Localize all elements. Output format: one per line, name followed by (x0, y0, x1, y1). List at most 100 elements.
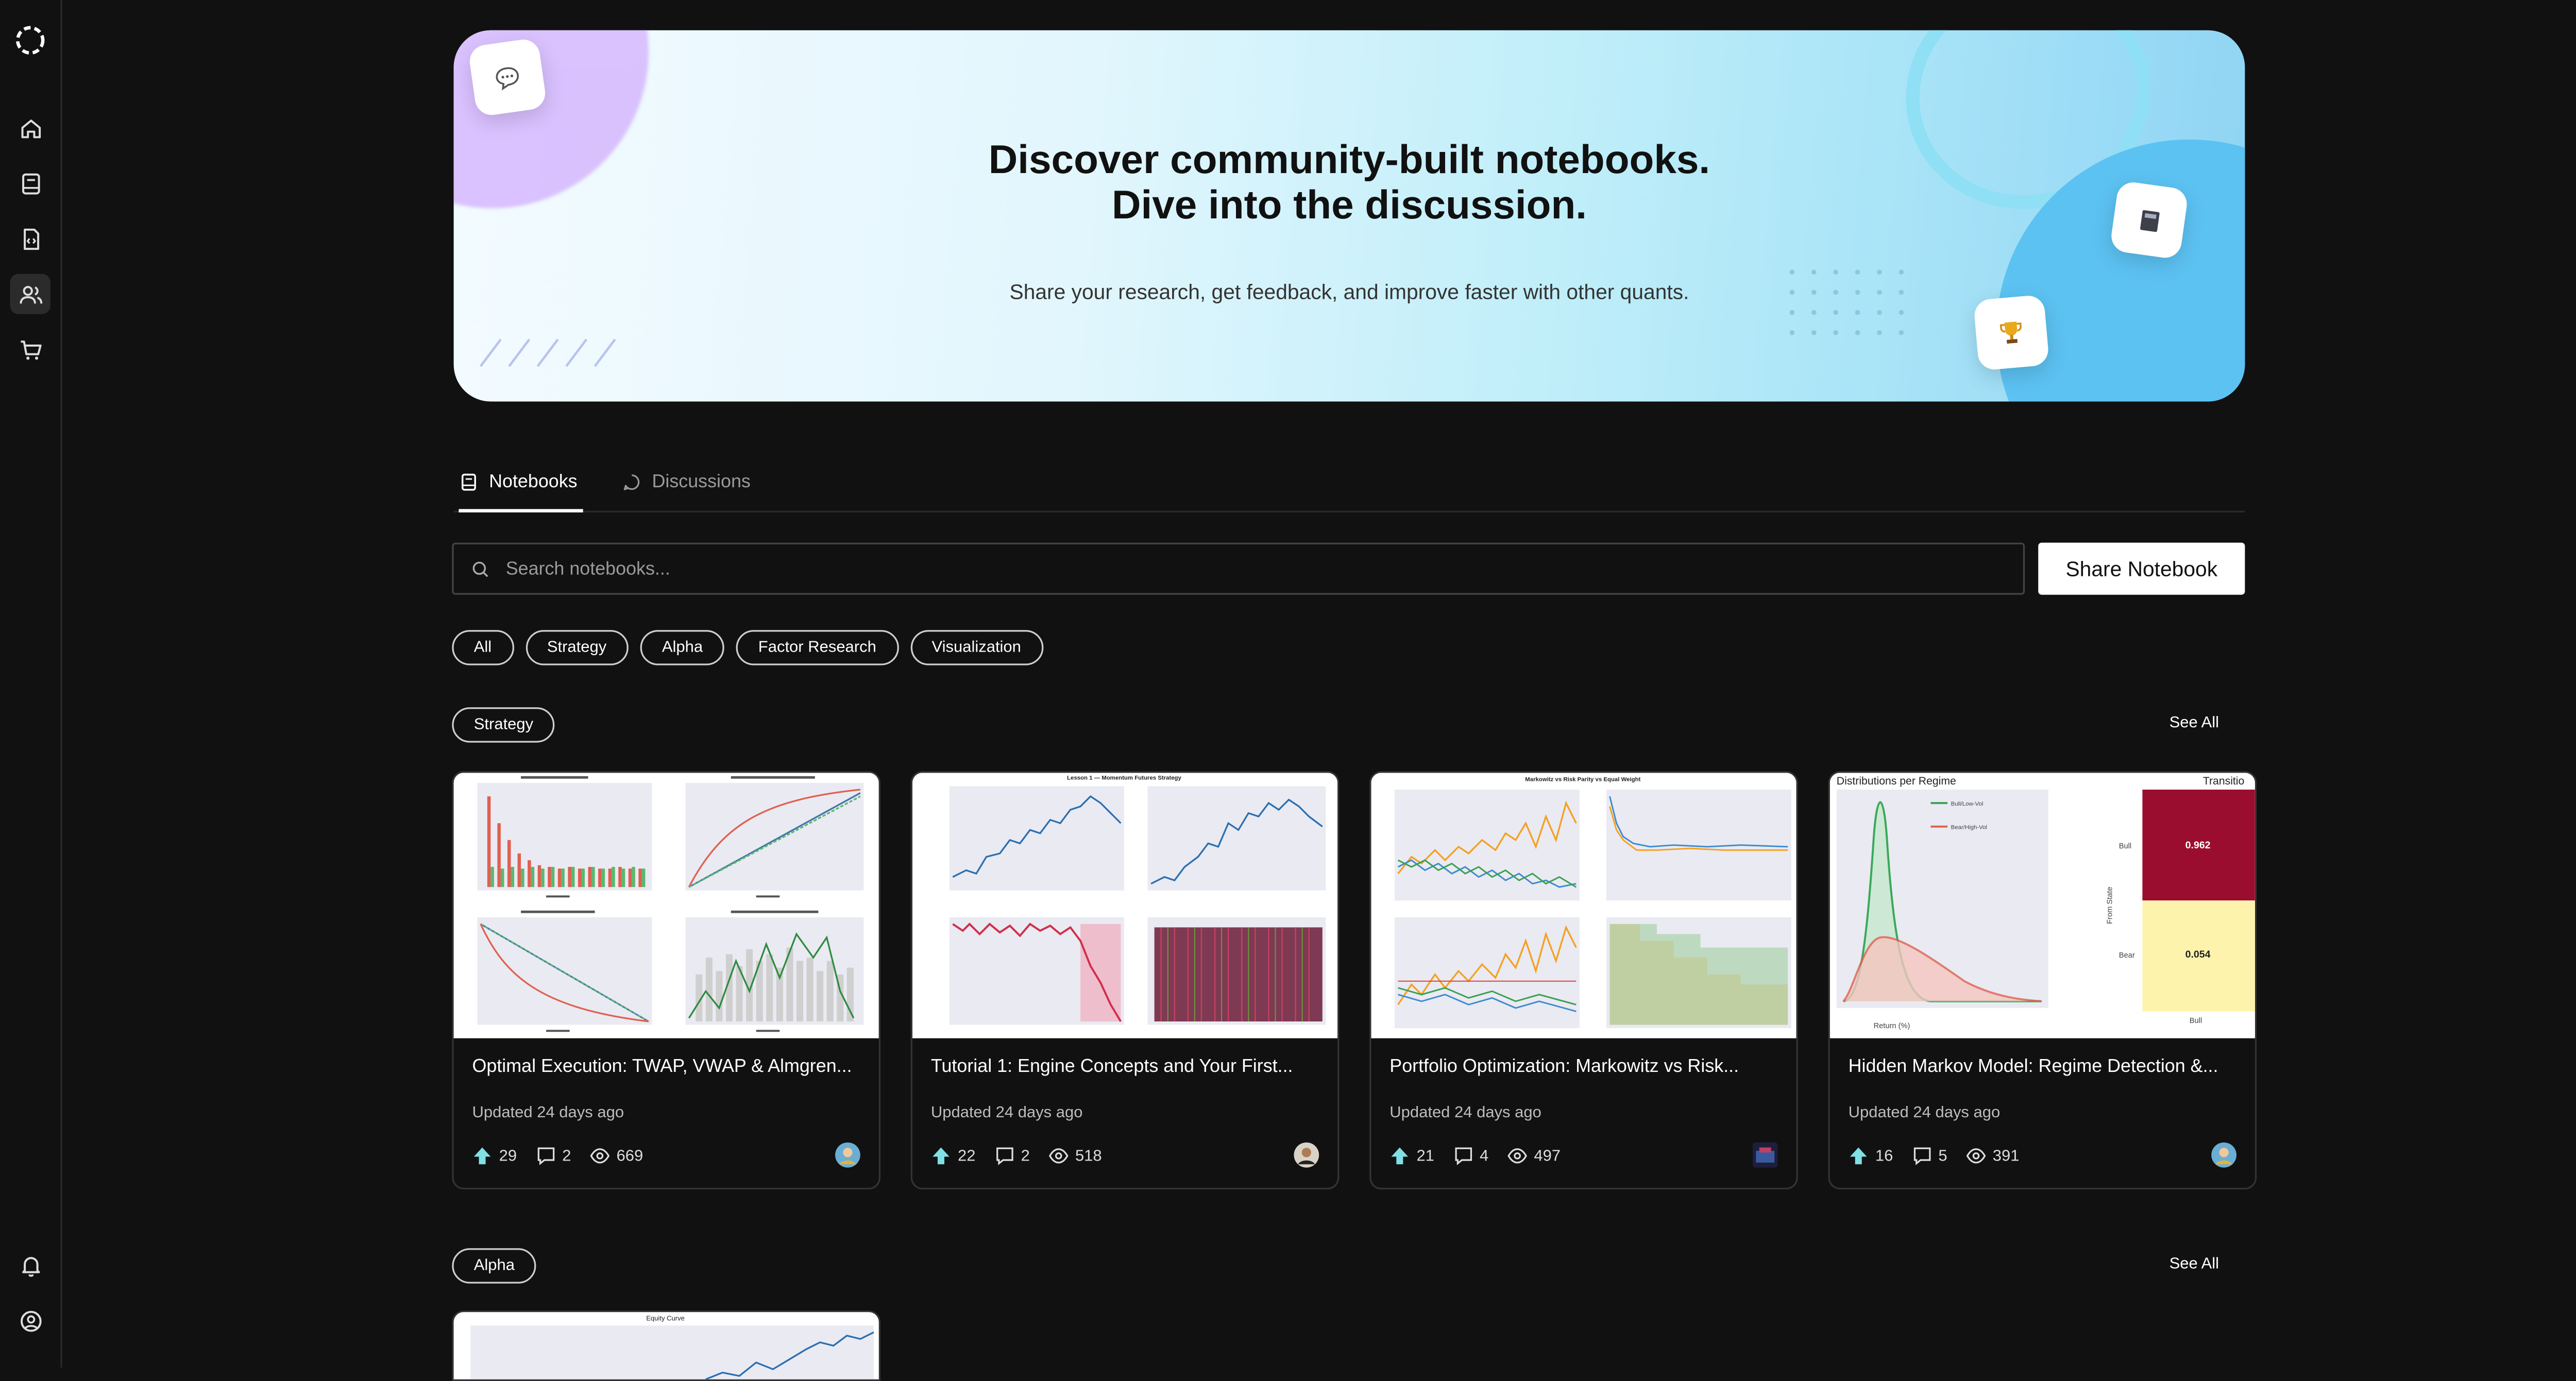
share-notebook-button[interactable]: Share Notebook (2038, 542, 2245, 595)
comment-count: 4 (1480, 1146, 1489, 1165)
hero-banner: Discover community-built notebooks. Dive… (453, 30, 2245, 402)
home-icon (20, 118, 40, 138)
account-icon (20, 1310, 41, 1331)
view-stat: 669 (589, 1146, 643, 1166)
eye-icon (1507, 1148, 1527, 1164)
notifications-button[interactable] (10, 1245, 50, 1285)
trophy-icon (1973, 294, 2050, 371)
notebook-card-stats: 29 2 669 (472, 1146, 662, 1166)
notebook-card[interactable]: Equity Curve (452, 1310, 881, 1381)
chat-icon (467, 37, 548, 117)
sidebar-item-code[interactable] (10, 218, 50, 259)
hero-decoration-slashes (479, 338, 616, 367)
tab-notebooks[interactable]: Notebooks (459, 454, 583, 513)
thumbnail-bull-label: Bull (2119, 842, 2131, 850)
view-count: 497 (1534, 1146, 1561, 1165)
thumbnail-legend-1: Bull/Low-Vol (1951, 801, 1984, 807)
hero-title-line2: Dive into the discussion. (1111, 183, 1587, 229)
upvote-count: 22 (958, 1146, 976, 1165)
upvote-icon (1850, 1147, 1867, 1165)
thumbnail-xlabel: Return (%) (1874, 1022, 1910, 1030)
filter-chip-visualization[interactable]: Visualization (910, 630, 1043, 666)
filter-chip-all[interactable]: All (452, 630, 514, 666)
filter-chip-strategy[interactable]: Strategy (525, 630, 629, 666)
tab-discussions[interactable]: Discussions (622, 454, 751, 511)
comment-icon (1913, 1147, 1930, 1165)
upvote-icon (473, 1147, 491, 1165)
sidebar-item-cart[interactable] (10, 329, 50, 369)
author-avatar[interactable] (2211, 1142, 2237, 1168)
upvote-icon (933, 1147, 950, 1165)
comment-stat[interactable]: 2 (994, 1146, 1030, 1166)
bell-icon (21, 1256, 39, 1276)
notebook-card-title[interactable]: Hidden Markov Model: Regime Detection &.… (1849, 1056, 2242, 1077)
account-button[interactable] (10, 1300, 50, 1340)
notebook-card-stats: 16 5 391 (1849, 1146, 2038, 1166)
comment-count: 2 (562, 1146, 571, 1165)
sidebar (0, 0, 62, 1368)
see-all-alpha-link[interactable]: See All (2170, 1255, 2219, 1273)
search-bar (452, 542, 2025, 595)
thumbnail-bear-label: Bear (2119, 951, 2135, 960)
notebook-card-updated: Updated 24 days ago (930, 1103, 1083, 1122)
thumbnail-ylabel: From State (2106, 886, 2114, 924)
comment-stat[interactable]: 5 (1911, 1146, 1947, 1166)
see-all-strategy-link[interactable]: See All (2170, 714, 2219, 732)
notebook-card[interactable]: Distributions per Regime Transitio Bull/… (1828, 771, 2257, 1190)
thumbnail-value-1: 0.962 (2185, 840, 2211, 851)
notebook-card-title[interactable]: Optimal Execution: TWAP, VWAP & Almgren.… (472, 1056, 865, 1077)
upvote-stat[interactable]: 22 (931, 1146, 976, 1166)
upvote-stat[interactable]: 21 (1389, 1146, 1434, 1166)
discussion-icon (623, 474, 640, 490)
thumbnail-title: Equity Curve (646, 1315, 685, 1322)
notebook-icon (21, 173, 39, 194)
sidebar-item-community[interactable] (10, 274, 50, 314)
comment-icon (537, 1147, 554, 1165)
eye-icon (1048, 1148, 1069, 1164)
notebook-card-updated: Updated 24 days ago (1389, 1103, 1541, 1122)
filter-chip-factor-research[interactable]: Factor Research (736, 630, 899, 666)
community-icon (19, 285, 42, 303)
notebook-thumbnail: Equity Curve (453, 1312, 879, 1379)
tab-notebooks-label: Notebooks (489, 471, 578, 491)
view-count: 518 (1075, 1146, 1102, 1165)
strategy-card-row: Optimal Execution: TWAP, VWAP & Almgren.… (452, 771, 2257, 1190)
author-avatar[interactable] (835, 1142, 860, 1168)
comment-stat[interactable]: 4 (1453, 1146, 1488, 1166)
hero-subtitle: Share your research, get feedback, and i… (1009, 280, 1689, 304)
search-input[interactable] (502, 557, 1988, 581)
sidebar-item-notebooks[interactable] (10, 163, 50, 203)
comment-stat[interactable]: 2 (535, 1146, 571, 1166)
notebook-card-title[interactable]: Tutorial 1: Engine Concepts and Your Fir… (931, 1056, 1324, 1077)
upvote-count: 16 (1875, 1146, 1893, 1165)
upvote-stat[interactable]: 29 (472, 1146, 517, 1166)
section-label-alpha[interactable]: Alpha (452, 1248, 537, 1284)
main-content: Discover community-built notebooks. Dive… (62, 0, 2576, 1381)
upvote-count: 21 (1416, 1146, 1434, 1165)
thumbnail-title: Lesson 1 — Momentum Futures Strategy (1067, 775, 1181, 781)
thumbnail-right-title: Transitio (2203, 775, 2244, 787)
comment-icon (1454, 1147, 1471, 1165)
author-avatar[interactable] (1294, 1142, 1319, 1168)
thumbnail-value-2: 0.054 (2185, 949, 2211, 960)
section-label-strategy[interactable]: Strategy (452, 707, 555, 743)
view-count: 391 (1992, 1146, 2020, 1165)
notebook-card[interactable]: Lesson 1 — Momentum Futures Strategy Tut… (910, 771, 1340, 1190)
thumbnail-title: Markowitz vs Risk Parity vs Equal Weight (1525, 777, 1640, 783)
hero-title: Discover community-built notebooks. Dive… (454, 138, 2245, 228)
filter-chips: All Strategy Alpha Factor Research Visua… (452, 630, 1043, 666)
notebook-card[interactable]: Markowitz vs Risk Parity vs Equal Weight (1369, 771, 1798, 1190)
notebook-thumbnail: Markowitz vs Risk Parity vs Equal Weight (1371, 773, 1797, 1038)
author-avatar[interactable] (1752, 1142, 1778, 1168)
notebook-card-stats: 21 4 497 (1389, 1146, 1579, 1166)
upvote-stat[interactable]: 16 (1849, 1146, 1893, 1166)
sidebar-item-home[interactable] (10, 108, 50, 148)
notebook-card-updated: Updated 24 days ago (472, 1103, 624, 1122)
comment-count: 5 (1938, 1146, 1947, 1165)
logo-icon[interactable] (13, 24, 47, 57)
notebook-card[interactable]: Optimal Execution: TWAP, VWAP & Almgren.… (452, 771, 881, 1190)
view-stat: 391 (1966, 1146, 2020, 1166)
notebook-card-updated: Updated 24 days ago (1848, 1103, 2001, 1122)
notebook-card-title[interactable]: Portfolio Optimization: Markowitz vs Ris… (1389, 1056, 1783, 1077)
filter-chip-alpha[interactable]: Alpha (640, 630, 725, 666)
